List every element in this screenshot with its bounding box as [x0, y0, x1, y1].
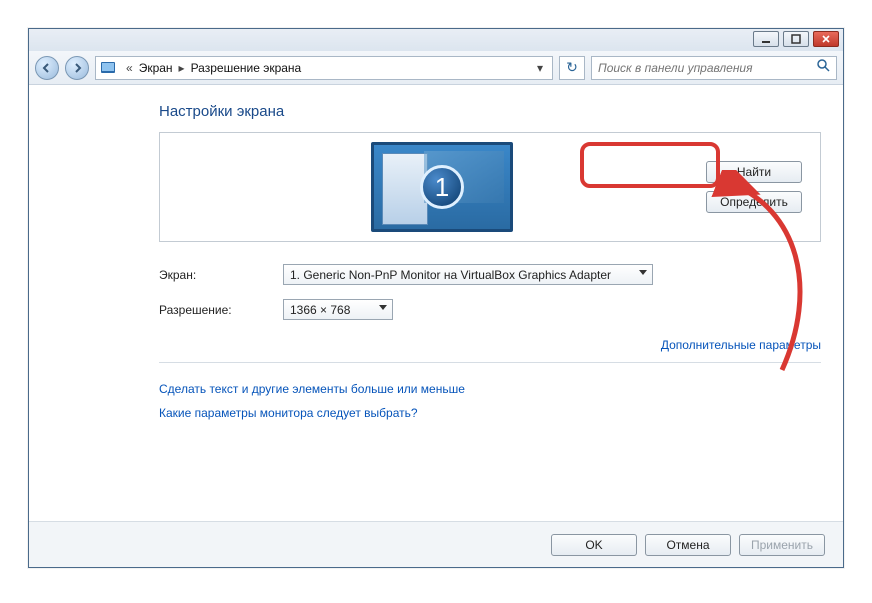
nav-forward-button[interactable]	[65, 56, 89, 80]
maximize-button[interactable]	[783, 31, 809, 47]
search-icon	[816, 58, 830, 77]
screen-select-value: 1. Generic Non-PnP Monitor на VirtualBox…	[290, 268, 611, 282]
page-title: Настройки экрана	[159, 103, 821, 120]
ok-button[interactable]: OK	[551, 534, 637, 556]
address-bar[interactable]: « Экран ▸ Разрешение экрана ▾	[95, 56, 553, 80]
navbar: « Экран ▸ Разрешение экрана ▾ ↻	[29, 51, 843, 85]
dialog-footer: OK Отмена Применить	[29, 521, 843, 567]
resolution-select[interactable]: 1366 × 768	[283, 299, 393, 320]
control-panel-icon	[100, 60, 116, 76]
help-link[interactable]: Какие параметры монитора следует выбрать…	[159, 406, 418, 420]
breadcrumb-root: «	[120, 61, 139, 75]
detect-button[interactable]: Найти	[706, 161, 802, 183]
minimize-button[interactable]	[753, 31, 779, 47]
monitor-thumbnail[interactable]: 1	[371, 142, 513, 232]
advanced-settings-link[interactable]: Дополнительные параметры	[661, 338, 821, 352]
breadcrumb-level1[interactable]: Экран	[139, 61, 173, 75]
resolution-select-value: 1366 × 768	[290, 303, 350, 317]
search-box[interactable]	[591, 56, 837, 80]
screen-label: Экран:	[159, 268, 283, 282]
breadcrumb-level2[interactable]: Разрешение экрана	[191, 61, 302, 75]
content-area: Настройки экрана 1 Найти Определить Экра…	[29, 85, 843, 435]
display-preview-box: 1 Найти Определить	[159, 132, 821, 242]
address-dropdown-icon[interactable]: ▾	[532, 61, 548, 75]
cancel-button[interactable]: Отмена	[645, 534, 731, 556]
titlebar	[29, 29, 843, 51]
screen-select[interactable]: 1. Generic Non-PnP Monitor на VirtualBox…	[283, 264, 653, 285]
text-size-link[interactable]: Сделать текст и другие элементы больше и…	[159, 382, 465, 396]
resolution-label: Разрешение:	[159, 303, 283, 317]
chevron-down-icon	[639, 270, 647, 275]
refresh-icon: ↻	[566, 59, 578, 76]
apply-button: Применить	[739, 534, 825, 556]
identify-button[interactable]: Определить	[706, 191, 802, 213]
close-button[interactable]	[813, 31, 839, 47]
chevron-right-icon: ▸	[173, 61, 191, 75]
nav-back-button[interactable]	[35, 56, 59, 80]
refresh-button[interactable]: ↻	[559, 56, 585, 80]
separator	[159, 362, 821, 363]
search-input[interactable]	[598, 61, 816, 75]
control-panel-window: « Экран ▸ Разрешение экрана ▾ ↻ Настройк…	[28, 28, 844, 568]
monitor-number-badge: 1	[420, 165, 464, 209]
chevron-down-icon	[379, 305, 387, 310]
